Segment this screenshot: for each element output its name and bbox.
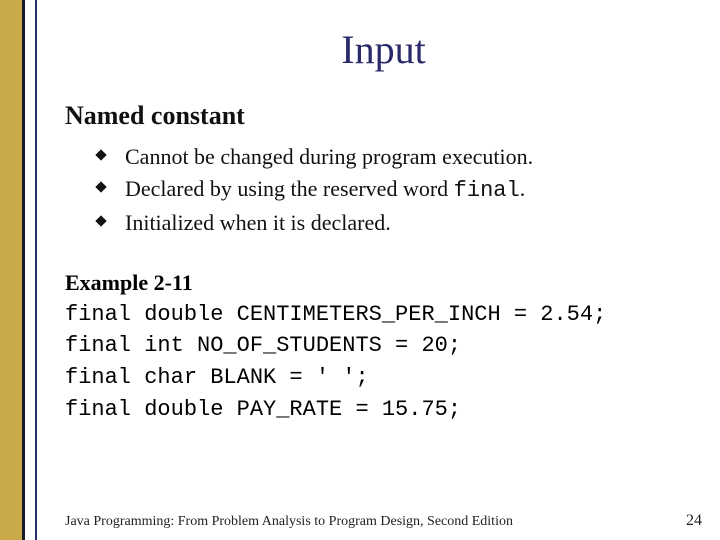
slide-title: Input	[65, 26, 702, 73]
bullet-list: Cannot be changed during program executi…	[95, 141, 702, 239]
bullet-text: Declared by using the reserved word	[125, 176, 454, 201]
code-line: final int NO_OF_STUDENTS = 20;	[65, 330, 702, 362]
slide-subtitle: Named constant	[65, 101, 702, 131]
footer-page-number: 24	[686, 512, 702, 530]
side-stripe-gold	[0, 0, 22, 540]
code-line: final char BLANK = ' ';	[65, 362, 702, 394]
bullet-text: Cannot be changed during program executi…	[125, 144, 533, 169]
example-label: Example 2-11	[65, 267, 702, 299]
slide-body: Input Named constant Cannot be changed d…	[37, 0, 720, 540]
inline-code: final	[454, 178, 520, 203]
bullet-text: Initialized when it is declared.	[125, 210, 391, 235]
side-stripe-white	[25, 0, 35, 540]
footer-book-title: Java Programming: From Problem Analysis …	[65, 514, 513, 530]
bullet-item: Initialized when it is declared.	[95, 207, 702, 239]
bullet-item: Cannot be changed during program executi…	[95, 141, 702, 173]
code-line: final double CENTIMETERS_PER_INCH = 2.54…	[65, 299, 702, 331]
slide-footer: Java Programming: From Problem Analysis …	[65, 512, 702, 530]
bullet-item: Declared by using the reserved word fina…	[95, 173, 702, 207]
bullet-text: .	[520, 176, 526, 201]
code-line: final double PAY_RATE = 15.75;	[65, 394, 702, 426]
example-block: Example 2-11 final double CENTIMETERS_PE…	[65, 267, 702, 426]
